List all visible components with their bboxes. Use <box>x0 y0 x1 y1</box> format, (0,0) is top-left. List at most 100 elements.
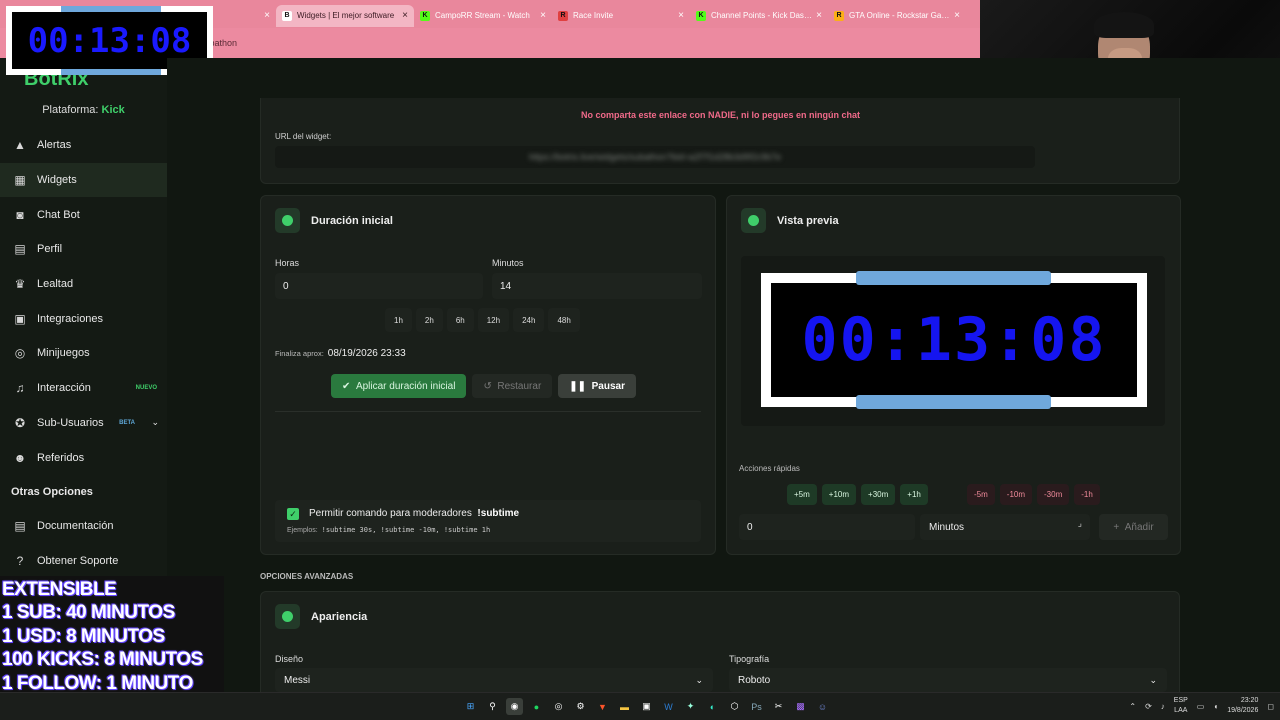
sidebar-item-sub-usuarios[interactable]: ✪ Sub-Usuarios BETA ⌄ <box>0 406 167 441</box>
font-select-value: Roboto <box>738 674 771 686</box>
sidebar-item-widgets[interactable]: ▦ Widgets <box>0 162 167 198</box>
ends-approx: Finaliza aprox: 08/19/2026 23:33 <box>275 348 406 359</box>
minutes-input[interactable]: 14 <box>492 273 702 299</box>
quick-subtract-button[interactable]: -10m <box>999 484 1033 505</box>
discord-icon[interactable]: ☺ <box>814 698 831 715</box>
app-icon[interactable]: ⬡ <box>726 698 743 715</box>
steam-icon[interactable]: ⚙ <box>572 698 589 715</box>
close-icon[interactable]: × <box>678 10 684 21</box>
chevron-down-icon: ⌄ <box>1149 674 1157 685</box>
sidebar-item-chat-bot[interactable]: ◙ Chat Bot <box>0 197 167 232</box>
preset-button-12h[interactable]: 12h <box>477 308 510 332</box>
sidebar-section-title: Otras Opciones <box>11 485 93 498</box>
clock[interactable]: 23:20 19/8/2026 <box>1227 696 1258 716</box>
mic-icon[interactable]: ♪ <box>1161 702 1165 711</box>
search-icon[interactable]: ⚲ <box>484 698 501 715</box>
brave-icon[interactable]: ▼ <box>594 698 611 715</box>
notifications-icon[interactable]: ◻ <box>1267 702 1274 711</box>
apply-duration-button[interactable]: ✔ Aplicar duración inicial <box>331 374 467 398</box>
browser-tab[interactable]: B Widgets | El mejor software × <box>276 4 414 27</box>
tab-title: GTA Online - Rockstar Games <box>849 11 951 20</box>
lang-bottom: LAA <box>1174 707 1188 714</box>
capcut-icon[interactable]: ✂ <box>770 698 787 715</box>
duration-header: Duración inicial <box>275 208 393 233</box>
widget-url-field[interactable]: https://botrix.live/widgets/subathon?bid… <box>275 146 1035 168</box>
quick-subtract-button[interactable]: -5m <box>967 484 995 505</box>
app-icon[interactable]: ▣ <box>638 698 655 715</box>
close-icon[interactable]: × <box>402 10 408 21</box>
examples-text: !subtime 30s, !subtime -10m, !subtime 1h <box>321 526 491 534</box>
spotify-icon[interactable]: ● <box>528 698 545 715</box>
sidebar-item-referidos[interactable]: ☻ Referidos <box>0 440 167 475</box>
quick-subtract-button[interactable]: -30m <box>1037 484 1070 505</box>
font-select[interactable]: Roboto ⌄ <box>729 668 1167 692</box>
volume-icon[interactable]: ◖ <box>1213 702 1218 711</box>
preset-button-2h[interactable]: 2h <box>415 308 443 332</box>
url-warning: No comparta este enlace con NADIE, ni lo… <box>581 110 861 120</box>
browser-tab[interactable]: R GTA Online - Rockstar Games × <box>828 5 966 27</box>
sync-icon[interactable]: ⟳ <box>1145 702 1152 711</box>
sidebar-item-perfil[interactable]: ▤ Perfil <box>0 232 167 267</box>
windows-start-icon[interactable]: ⊞ <box>462 698 479 715</box>
hours-input[interactable]: 0 <box>275 273 483 299</box>
preset-button-6h[interactable]: 6h <box>446 308 474 332</box>
tab-favicon-icon: R <box>834 10 844 21</box>
chevron-up-icon[interactable]: ⌃ <box>1129 702 1136 711</box>
hours-label: Horas <box>275 258 300 268</box>
preset-button-48h[interactable]: 48h <box>548 308 580 332</box>
sidebar-item-integraciones[interactable]: ▣ Integraciones <box>0 301 167 336</box>
sidebar-item-interacci-n[interactable]: ♫ Interacción NUEVO <box>0 371 167 406</box>
close-icon[interactable]: × <box>954 10 960 21</box>
sidebar-item-documentaci-n[interactable]: ▤ Documentación <box>0 509 167 544</box>
preset-button-24h[interactable]: 24h <box>513 308 545 332</box>
quick-subtract-button[interactable]: -1h <box>1074 484 1100 505</box>
mod-command-option: ✓ Permitir comando para moderadores !sub… <box>275 500 701 542</box>
quick-add-button[interactable]: +30m <box>861 484 896 505</box>
sidebar-item-alertas[interactable]: ▲ Alertas <box>0 128 167 163</box>
mod-command-checkbox[interactable]: ✓ <box>287 508 299 520</box>
browser-tab[interactable]: K CampoRR Stream - Watch × <box>414 5 552 27</box>
language-indicator[interactable]: ESP LAA <box>1174 696 1188 716</box>
quick-add-button[interactable]: +10m <box>821 484 857 505</box>
word-icon[interactable]: W <box>660 698 677 715</box>
pause-button[interactable]: ❚❚ Pausar <box>558 374 636 398</box>
chrome-icon[interactable]: ◉ <box>506 698 523 715</box>
obs-icon[interactable]: ◎ <box>550 698 567 715</box>
folder-icon[interactable]: ▬ <box>616 698 633 715</box>
platform-label: Plataforma: <box>42 104 99 116</box>
preview-card: Vista previa 00:13:08 Acciones rápidas +… <box>726 195 1181 555</box>
gamepad-icon: ◎ <box>14 346 26 361</box>
chevron-down-icon: ⌄ <box>695 674 703 685</box>
network-icon[interactable]: ▭ <box>1197 702 1205 711</box>
restore-button[interactable]: ↺ Restaurar <box>472 374 553 398</box>
close-icon[interactable]: × <box>816 10 822 21</box>
edge-icon[interactable]: ◐ <box>704 698 721 715</box>
chevron-down-icon[interactable]: ⌄ <box>151 417 159 428</box>
chevron-down-icon: ⌟ <box>1077 518 1082 528</box>
overlay-line: 100 KICKS: 8 MINUTOS <box>2 649 203 671</box>
sidebar-item-minijuegos[interactable]: ◎ Minijuegos <box>0 336 167 371</box>
browser-tab[interactable]: K Channel Points - Kick Dashboard × <box>690 5 828 27</box>
close-icon[interactable]: × <box>540 10 546 21</box>
tab-favicon-icon: K <box>420 10 430 21</box>
warning-icon: ▲ <box>14 138 26 153</box>
sidebar-item-obtener-soporte[interactable]: ? Obtener Soporte <box>0 544 167 579</box>
close-icon[interactable]: × <box>264 10 270 21</box>
quick-add-button[interactable]: +5m <box>787 484 817 505</box>
quick-add-button[interactable]: +1h <box>900 484 928 505</box>
add-time-button[interactable]: + Añadir <box>1099 514 1168 540</box>
design-select[interactable]: Messi ⌄ <box>275 668 713 692</box>
amount-input[interactable]: 0 <box>739 514 915 540</box>
browser-tab[interactable]: R Race Invite × <box>552 5 690 27</box>
unit-select[interactable]: Minutos ⌟ <box>920 514 1090 540</box>
copilot-icon[interactable]: ✦ <box>682 698 699 715</box>
preset-button-1h[interactable]: 1h <box>385 308 412 332</box>
twitch-icon[interactable]: ▩ <box>792 698 809 715</box>
unit-select-value: Minutos <box>929 521 965 533</box>
sidebar-item-lealtad[interactable]: ♛ Lealtad <box>0 267 167 302</box>
photoshop-icon[interactable]: Ps <box>748 698 765 715</box>
sidebar-item-label: Perfil <box>37 243 63 256</box>
ends-value: 08/19/2026 23:33 <box>327 348 406 359</box>
platform-value: Kick <box>101 104 125 116</box>
grid-icon: ▦ <box>14 173 26 188</box>
